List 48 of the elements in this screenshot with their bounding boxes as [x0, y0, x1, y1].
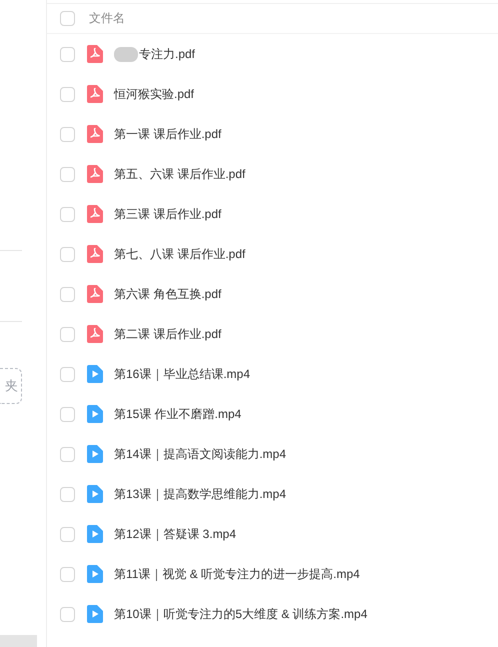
file-name[interactable]: 第14课｜提高语文阅读能力.mp4: [114, 446, 286, 462]
video-file-icon: [87, 445, 103, 463]
pdf-file-icon: [87, 325, 103, 343]
file-name[interactable]: 第13课｜提高数学思维能力.mp4: [114, 486, 286, 502]
file-name[interactable]: 第六课 角色互换.pdf: [114, 286, 222, 302]
row-checkbox[interactable]: [60, 46, 75, 62]
row-checkbox[interactable]: [60, 206, 75, 222]
row-checkbox[interactable]: [60, 606, 75, 622]
row-checkbox[interactable]: [60, 246, 75, 262]
row-checkbox[interactable]: [60, 326, 75, 342]
pdf-file-icon: [87, 45, 103, 63]
row-checkbox[interactable]: [60, 406, 75, 422]
file-name[interactable]: 第七、八课 课后作业.pdf: [114, 246, 246, 262]
video-file-icon: [87, 485, 103, 503]
file-name[interactable]: 第11课｜视觉 & 听觉专注力的进一步提高.mp4: [114, 566, 360, 582]
file-name[interactable]: 第二课 课后作业.pdf: [114, 326, 222, 342]
video-file-icon: [87, 405, 103, 423]
row-checkbox[interactable]: [60, 286, 75, 302]
pdf-file-icon: [87, 85, 103, 103]
file-name[interactable]: 第12课｜答疑课 3.mp4: [114, 526, 236, 542]
video-file-icon: [87, 365, 103, 383]
sidebar-item-highlight: [0, 635, 37, 647]
row-checkbox[interactable]: [60, 526, 75, 542]
pdf-file-icon: [87, 205, 103, 223]
row-checkbox[interactable]: [60, 446, 75, 462]
row-checkbox[interactable]: [60, 166, 75, 182]
row-checkbox[interactable]: [60, 126, 75, 142]
row-checkbox[interactable]: [60, 566, 75, 582]
pdf-file-icon: [87, 125, 103, 143]
file-name[interactable]: 专注力.pdf: [114, 46, 196, 62]
video-file-icon: [87, 605, 103, 623]
file-name[interactable]: 第15课 作业不磨蹭.mp4: [114, 406, 242, 422]
file-name[interactable]: 第10课｜听觉专注力的5大维度 & 训练方案.mp4: [114, 606, 368, 622]
file-name[interactable]: 恒河猴实验.pdf: [114, 86, 194, 102]
file-name[interactable]: 第16课｜毕业总结课.mp4: [114, 366, 250, 382]
row-checkbox[interactable]: [60, 366, 75, 382]
pdf-file-icon: [87, 285, 103, 303]
video-file-icon: [87, 565, 103, 583]
pdf-file-icon: [87, 165, 103, 183]
file-name[interactable]: 第三课 课后作业.pdf: [114, 206, 222, 222]
pdf-file-icon: [87, 245, 103, 263]
file-name[interactable]: 第五、六课 课后作业.pdf: [114, 166, 246, 182]
row-checkbox[interactable]: [60, 86, 75, 102]
column-header: 文件名: [89, 10, 125, 27]
video-file-icon: [87, 525, 103, 543]
file-name[interactable]: 第一课 课后作业.pdf: [114, 126, 222, 142]
row-checkbox[interactable]: [60, 486, 75, 502]
select-all-checkbox[interactable]: [60, 11, 75, 26]
